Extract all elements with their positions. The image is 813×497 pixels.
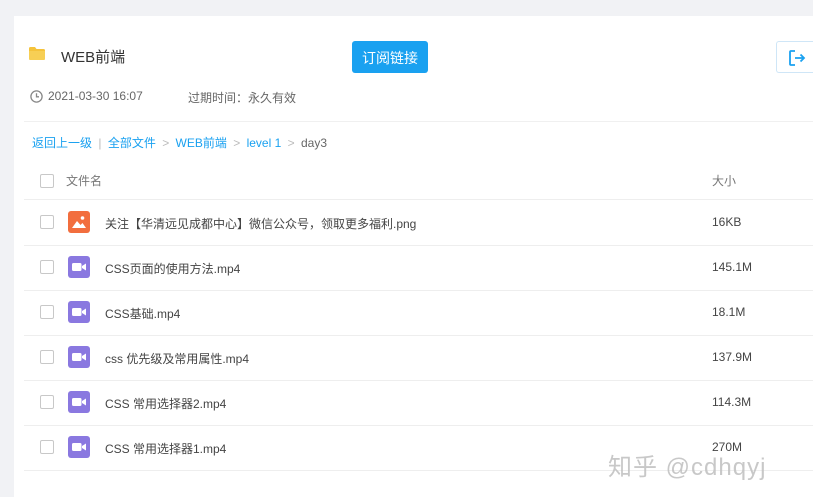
table-row[interactable]: 关注【华清远见成都中心】微信公众号，领取更多福利.png 16KB xyxy=(24,200,813,246)
column-header-size[interactable]: 大小 xyxy=(712,172,736,189)
top-bar xyxy=(0,0,813,14)
divider xyxy=(24,121,813,122)
file-name[interactable]: css 优先级及常用属性.mp4 xyxy=(105,350,249,367)
row-checkbox[interactable] xyxy=(40,395,54,409)
column-header-name[interactable]: 文件名 xyxy=(66,172,102,189)
row-checkbox[interactable] xyxy=(40,215,54,229)
video-icon xyxy=(68,391,90,413)
select-all-checkbox[interactable] xyxy=(40,174,54,188)
breadcrumb-separator: > xyxy=(233,136,241,150)
file-size: 137.9M xyxy=(712,350,753,364)
folder-icon xyxy=(29,47,45,60)
video-icon xyxy=(68,301,90,323)
watermark: 知乎 @cdhqyj xyxy=(608,454,767,481)
breadcrumb-separator: > xyxy=(287,136,295,150)
file-size: 18.1M xyxy=(712,305,746,319)
file-name[interactable]: CSS页面的使用方法.mp4 xyxy=(105,260,240,277)
breadcrumb: 返回上一级 | 全部文件 > WEB前端 > level 1 > day3 xyxy=(32,134,327,151)
file-name[interactable]: CSS 常用选择器1.mp4 xyxy=(105,440,226,457)
video-icon xyxy=(68,256,90,278)
exit-share-button[interactable] xyxy=(776,41,813,73)
file-size: 16KB xyxy=(712,215,742,229)
row-checkbox[interactable] xyxy=(40,350,54,364)
clock-icon xyxy=(30,90,43,103)
breadcrumb-level1-link[interactable]: level 1 xyxy=(247,136,282,150)
table-row[interactable]: CSS基础.mp4 18.1M xyxy=(24,290,813,336)
image-icon xyxy=(68,211,90,233)
table-row[interactable]: css 优先级及常用属性.mp4 137.9M xyxy=(24,335,813,381)
expire-info: 过期时间：永久有效 xyxy=(188,91,297,105)
breadcrumb-current: day3 xyxy=(300,136,328,150)
video-icon xyxy=(68,436,90,458)
breadcrumb-web-link[interactable]: WEB前端 xyxy=(176,134,227,151)
file-size: 145.1M xyxy=(712,260,753,274)
row-checkbox[interactable] xyxy=(40,440,54,454)
file-name[interactable]: CSS基础.mp4 xyxy=(105,305,180,322)
breadcrumb-separator: > xyxy=(162,136,170,150)
table-row[interactable]: CSS 常用选择器2.mp4 114.3M xyxy=(24,380,813,426)
row-checkbox[interactable] xyxy=(40,260,54,274)
breadcrumb-all-files-link[interactable]: 全部文件 xyxy=(108,134,156,151)
file-name[interactable]: 关注【华清远见成都中心】微信公众号，领取更多福利.png xyxy=(105,215,416,232)
row-checkbox[interactable] xyxy=(40,305,54,319)
subscribe-button[interactable]: 订阅链接 xyxy=(352,41,428,73)
share-date: 2021-03-30 16:07 xyxy=(48,89,143,103)
breadcrumb-divider: | xyxy=(98,136,102,150)
folder-title: WEB前端 xyxy=(61,49,126,66)
breadcrumb-back-link[interactable]: 返回上一级 xyxy=(32,134,92,151)
share-panel: WEB前端 订阅链接 2021-03-30 16:07 过期时间：永久有效 返回… xyxy=(14,16,813,497)
table-header: 文件名 大小 xyxy=(24,159,813,200)
table-row[interactable]: CSS页面的使用方法.mp4 145.1M xyxy=(24,245,813,291)
video-icon xyxy=(68,346,90,368)
file-size: 114.3M xyxy=(712,395,752,409)
logout-icon xyxy=(789,50,806,66)
file-name[interactable]: CSS 常用选择器2.mp4 xyxy=(105,395,226,412)
